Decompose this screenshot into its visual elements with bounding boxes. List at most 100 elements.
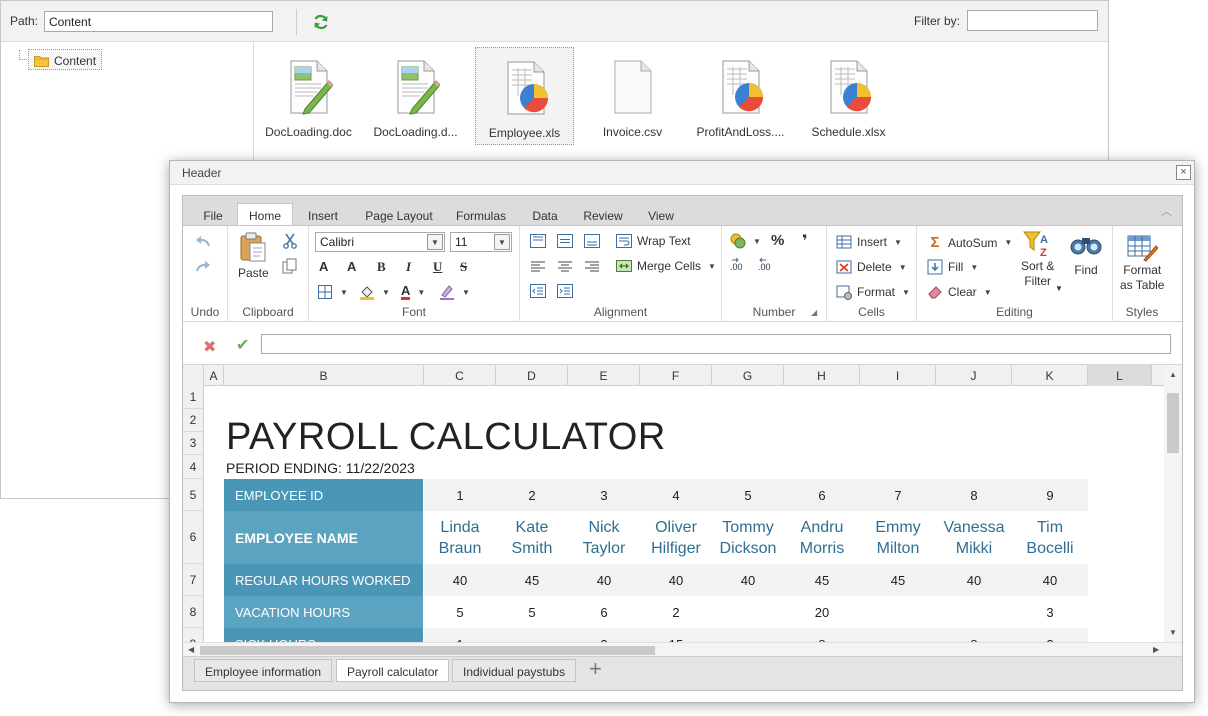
regular-hours-cell[interactable]: 40	[712, 564, 784, 596]
merge-cells-button[interactable]: Merge Cells ▼	[616, 258, 716, 274]
format-cells-button[interactable]: Format ▼	[836, 284, 910, 300]
vacation-hours-cell[interactable]: 6	[568, 596, 640, 628]
sick-hours-cell[interactable]	[712, 628, 784, 642]
regular-hours-cell[interactable]: 40	[640, 564, 712, 596]
align-left-icon[interactable]	[530, 261, 546, 273]
cancel-edit-icon[interactable]: ✖	[203, 337, 216, 357]
row-header[interactable]: 7	[183, 564, 204, 596]
employee-id-cell[interactable]: 3	[568, 479, 640, 511]
align-center-icon[interactable]	[557, 261, 573, 273]
regular-hours-cell[interactable]: 40	[424, 564, 496, 596]
format-as-table-button[interactable]: Format as Table	[1120, 232, 1164, 292]
regular-hours-cell[interactable]: 45	[496, 564, 568, 596]
scroll-up-icon[interactable]: ▲	[1169, 370, 1177, 379]
employee-name-cell[interactable]: Tim Bocelli	[1012, 511, 1088, 564]
paste-button[interactable]: Paste	[238, 232, 269, 280]
wrap-text-button[interactable]: Wrap Text	[616, 233, 691, 249]
align-top-icon[interactable]	[530, 234, 546, 248]
sick-hours-cell[interactable]: 8	[936, 628, 1012, 642]
regular-hours-cell[interactable]: 40	[936, 564, 1012, 596]
sick-hours-cell[interactable]	[860, 628, 936, 642]
find-button[interactable]: Find	[1070, 232, 1102, 277]
employee-name-cell[interactable]: Andru Morris	[784, 511, 860, 564]
percent-button[interactable]: %	[771, 232, 784, 249]
tree-node-content[interactable]: Content	[28, 49, 103, 70]
employee-id-cell[interactable]: 5	[712, 479, 784, 511]
horizontal-scrollbar[interactable]: ◀ ▶	[183, 642, 1182, 656]
employee-id-cell[interactable]: 1	[424, 479, 496, 511]
close-button[interactable]: ×	[1176, 165, 1191, 180]
bold-button[interactable]: B	[377, 259, 386, 275]
scroll-right-icon[interactable]: ▶	[1153, 645, 1159, 654]
employee-name-cell[interactable]: Oliver Hilfiger	[640, 511, 712, 564]
decrease-decimal-icon[interactable]: .00	[758, 258, 776, 272]
underline-button[interactable]: U	[433, 259, 442, 275]
font-color-button[interactable]: A ▼	[401, 284, 425, 300]
sick-hours-cell[interactable]: 1	[424, 628, 496, 642]
column-header[interactable]: A	[204, 365, 224, 386]
scroll-down-icon[interactable]: ▼	[1169, 628, 1177, 637]
align-bottom-icon[interactable]	[584, 234, 600, 248]
select-all-corner[interactable]	[183, 365, 204, 386]
highlight-button[interactable]: ▼	[439, 284, 470, 300]
increase-indent-icon[interactable]	[557, 284, 573, 298]
employee-id-cell[interactable]: 6	[784, 479, 860, 511]
row-header[interactable]: 9	[183, 628, 204, 642]
column-header[interactable]: D	[496, 365, 568, 386]
popup-header[interactable]: Header ×	[170, 161, 1194, 185]
row-header[interactable]: 6	[183, 511, 204, 564]
font-name-select[interactable]: Calibri ▼	[315, 232, 445, 252]
row-header[interactable]: 1	[183, 386, 204, 409]
grow-font-button[interactable]: A	[319, 259, 328, 274]
undo-icon[interactable]	[195, 236, 211, 248]
formula-input[interactable]	[261, 334, 1171, 354]
tab-formulas[interactable]: Formulas	[455, 205, 507, 225]
regular-hours-cell[interactable]: 45	[860, 564, 936, 596]
employee-name-cell[interactable]: Kate Smith	[496, 511, 568, 564]
tab-review[interactable]: Review	[581, 205, 625, 225]
confirm-edit-icon[interactable]: ✔	[236, 335, 249, 355]
file-item[interactable]: Invoice.csv	[583, 47, 682, 145]
vacation-hours-cell[interactable]: 5	[496, 596, 568, 628]
cell-area[interactable]: PAYROLL CALCULATOR PERIOD ENDING: 11/22/…	[204, 386, 1164, 642]
tab-page-layout[interactable]: Page Layout	[363, 205, 435, 225]
column-header-selected[interactable]: L	[1088, 365, 1152, 386]
column-header[interactable]: F	[640, 365, 712, 386]
increase-decimal-icon[interactable]: .00	[730, 258, 748, 272]
column-header[interactable]: I	[860, 365, 936, 386]
column-header[interactable]: J	[936, 365, 1012, 386]
insert-cells-button[interactable]: Insert ▼	[836, 234, 902, 250]
borders-button[interactable]: ▼	[317, 284, 348, 300]
tab-view[interactable]: View	[644, 205, 678, 225]
row-header[interactable]: 4	[183, 455, 204, 479]
row-header[interactable]: 8	[183, 596, 204, 628]
sheet-tab-employee-information[interactable]: Employee information	[194, 659, 333, 682]
sick-hours-cell[interactable]: 15	[640, 628, 712, 642]
file-item[interactable]: DocLoading.doc	[259, 47, 358, 145]
employee-name-cell[interactable]: Nick Taylor	[568, 511, 640, 564]
shrink-font-button[interactable]: A	[347, 259, 356, 274]
file-item[interactable]: ProfitAndLoss....	[691, 47, 790, 145]
refresh-icon[interactable]	[312, 13, 330, 31]
font-size-select[interactable]: 11 ▼	[450, 232, 512, 252]
vacation-hours-cell[interactable]	[860, 596, 936, 628]
employee-id-cell[interactable]: 7	[860, 479, 936, 511]
employee-id-cell[interactable]: 4	[640, 479, 712, 511]
column-header[interactable]: C	[424, 365, 496, 386]
sick-hours-cell[interactable]: 8	[784, 628, 860, 642]
delete-cells-button[interactable]: Delete ▼	[836, 259, 907, 275]
employee-name-cell[interactable]: Tommy Dickson	[712, 511, 784, 564]
accounting-format-button[interactable]: ▼	[730, 233, 761, 249]
add-sheet-icon[interactable]: +	[589, 658, 602, 680]
employee-id-cell[interactable]: 8	[936, 479, 1012, 511]
vacation-hours-cell[interactable]: 3	[1012, 596, 1088, 628]
align-middle-icon[interactable]	[557, 234, 573, 248]
path-input[interactable]	[44, 11, 273, 32]
horizontal-scroll-thumb[interactable]	[200, 646, 655, 655]
italic-button[interactable]: I	[406, 259, 411, 275]
ribbon-collapse-icon[interactable]: ︿	[1161, 203, 1172, 219]
align-right-icon[interactable]	[584, 261, 600, 273]
comma-style-button[interactable]: ❜	[802, 231, 808, 251]
employee-name-cell[interactable]: Linda Braun	[424, 511, 496, 564]
row-header[interactable]: 2	[183, 409, 204, 432]
